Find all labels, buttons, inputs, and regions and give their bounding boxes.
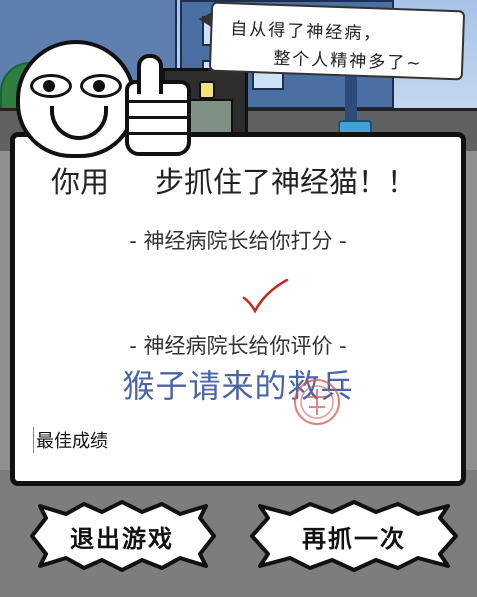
speech-line-2: 整个人精神多了~ [272, 48, 423, 74]
retry-button[interactable]: 再抓一次 [244, 500, 464, 572]
stamp-icon [294, 379, 340, 425]
left-eye [30, 74, 72, 98]
best-score-label: 最佳成绩 [33, 427, 108, 453]
headline-suffix: 步抓住了神经猫！！ [155, 165, 417, 199]
thumbs-up-icon [125, 54, 191, 156]
score-label: - 神经病院长给你打分 - [129, 229, 347, 253]
speech-bubble: 自从得了神经病， 整个人精神多了~ [198, 1, 466, 81]
check-mark-icon [242, 278, 289, 314]
result-headline: 你用 步抓住了神经猫！！ [51, 159, 416, 201]
headline-prefix: 你用 [51, 165, 110, 199]
mouth [50, 106, 108, 140]
meme-face-icon [16, 40, 136, 158]
exit-game-label: 退出游戏 [70, 524, 174, 553]
result-dialog: 你用 步抓住了神经猫！！ - 神经病院长给你打分 - - 神经病院长给你评价 - … [10, 132, 466, 486]
speech-line-1: 自从得了神经病， [229, 19, 383, 45]
finger-line [125, 116, 189, 119]
lamp-icon [199, 81, 215, 99]
speech-tail [198, 11, 213, 28]
finger-line [125, 132, 189, 135]
finger-line [125, 100, 189, 103]
review-text: 猴子请来的救兵 [122, 367, 354, 405]
right-eye [80, 74, 122, 98]
review-label: - 神经病院长给你评价 - [129, 334, 347, 358]
retry-label: 再抓一次 [302, 524, 406, 553]
exit-game-button[interactable]: 退出游戏 [22, 500, 222, 572]
